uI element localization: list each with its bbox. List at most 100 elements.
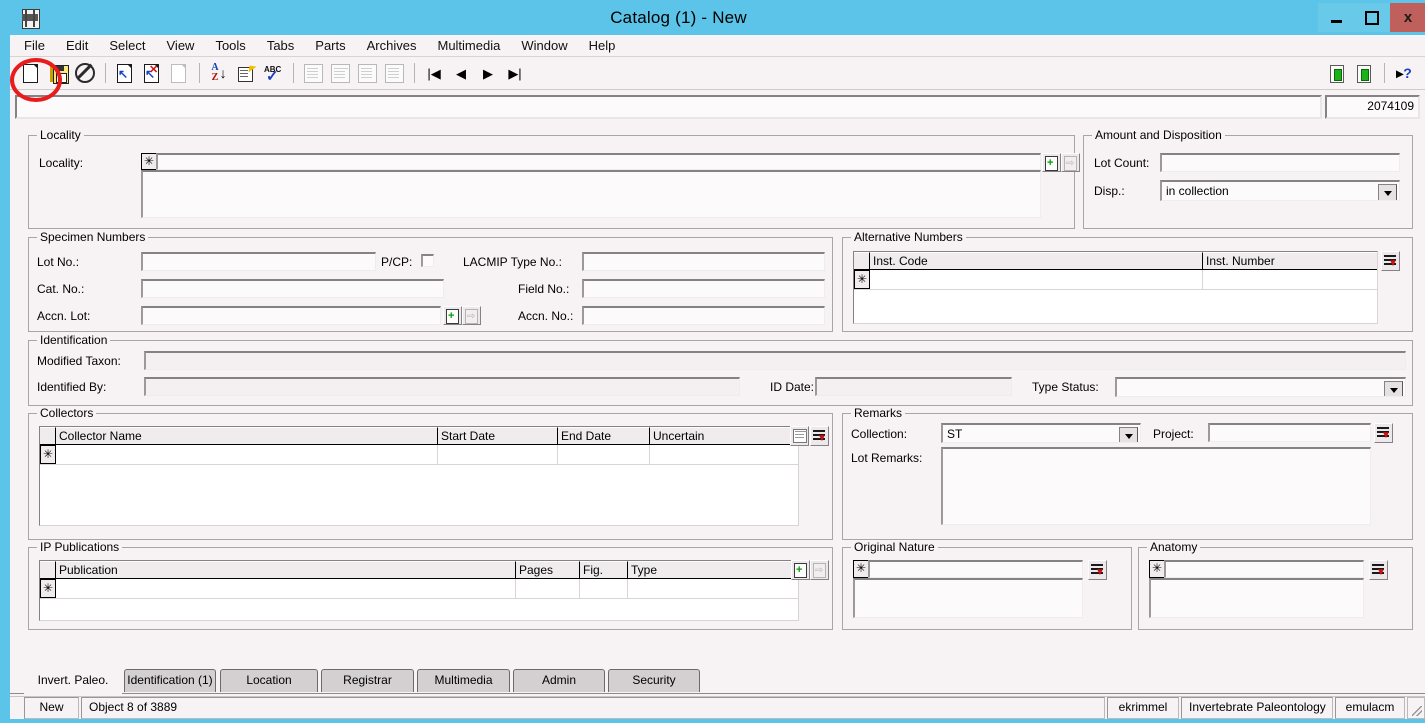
- column-uncertain[interactable]: Uncertain: [650, 427, 798, 444]
- menu-select[interactable]: Select: [109, 37, 156, 54]
- tab-security[interactable]: Security: [608, 669, 700, 692]
- cell-pages[interactable]: [516, 579, 580, 598]
- record-summary-field[interactable]: [15, 95, 1322, 119]
- minimize-button[interactable]: [1318, 3, 1354, 32]
- anatomy-input[interactable]: [1164, 560, 1364, 578]
- column-end-date[interactable]: End Date: [558, 427, 650, 444]
- table-row[interactable]: ✳: [40, 579, 798, 599]
- previous-record-icon[interactable]: ◀: [448, 61, 474, 86]
- add-publication-icon[interactable]: +: [791, 560, 810, 580]
- insert-record-icon[interactable]: ↖: [112, 61, 138, 86]
- tab-admin[interactable]: Admin: [513, 669, 605, 692]
- tab-identification[interactable]: Identification (1): [124, 669, 216, 692]
- tab-multimedia[interactable]: Multimedia: [417, 669, 510, 692]
- menu-view[interactable]: View: [167, 37, 206, 54]
- chevron-down-icon-3[interactable]: [1119, 427, 1138, 442]
- collectors-table[interactable]: Collector Name Start Date End Date Uncer…: [39, 426, 799, 526]
- attach-document-2-icon[interactable]: [1351, 61, 1377, 86]
- tab-location[interactable]: Location: [220, 669, 318, 692]
- collection-select[interactable]: ST: [941, 423, 1141, 443]
- column-publication[interactable]: Publication: [56, 561, 516, 578]
- original-nature-list-box[interactable]: [853, 578, 1083, 618]
- locality-detail-box[interactable]: [141, 170, 1041, 218]
- help-cursor-icon[interactable]: ▸?: [1391, 61, 1417, 86]
- row-marker[interactable]: ✳: [40, 445, 56, 464]
- cell-start-date[interactable]: [438, 445, 558, 464]
- menu-multimedia[interactable]: Multimedia: [437, 37, 511, 54]
- alternative-numbers-list-pin-icon[interactable]: ▼: [1381, 251, 1400, 271]
- original-nature-list-pin-icon[interactable]: ▼: [1088, 560, 1107, 580]
- modified-taxon-input[interactable]: [144, 351, 1406, 370]
- column-pages[interactable]: Pages: [516, 561, 580, 578]
- cell-uncertain[interactable]: [650, 445, 798, 464]
- resize-grip[interactable]: [1407, 697, 1425, 719]
- id-date-input[interactable]: [815, 377, 1012, 396]
- column-type[interactable]: Type: [628, 561, 798, 578]
- original-nature-input[interactable]: [868, 560, 1083, 578]
- attach-document-icon[interactable]: [1324, 61, 1350, 86]
- column-inst-number[interactable]: Inst. Number: [1203, 252, 1377, 269]
- cancel-icon[interactable]: [72, 61, 98, 86]
- menu-tools[interactable]: Tools: [215, 37, 256, 54]
- accn-no-input[interactable]: [582, 306, 825, 325]
- cell-end-date[interactable]: [558, 445, 650, 464]
- identified-by-input[interactable]: [144, 377, 740, 396]
- close-button[interactable]: x: [1390, 3, 1425, 32]
- lot-count-input[interactable]: [1160, 153, 1400, 172]
- cat-no-input[interactable]: [141, 279, 444, 298]
- accn-lot-input[interactable]: [141, 306, 441, 325]
- project-input[interactable]: [1208, 423, 1371, 442]
- lot-no-input[interactable]: [141, 252, 376, 271]
- column-fig[interactable]: Fig.: [580, 561, 628, 578]
- sort-icon[interactable]: A Z ↓: [206, 61, 232, 86]
- alternative-numbers-table[interactable]: Inst. Code Inst. Number ✳: [853, 251, 1378, 324]
- locality-input[interactable]: [156, 153, 1041, 170]
- row-marker[interactable]: ✳: [40, 579, 56, 598]
- column-start-date[interactable]: Start Date: [438, 427, 558, 444]
- anatomy-list-box[interactable]: [1149, 578, 1364, 618]
- table-row[interactable]: ✳: [40, 445, 798, 465]
- lacmip-type-no-input[interactable]: [582, 252, 825, 271]
- spellcheck-icon[interactable]: ABC ✓: [260, 61, 286, 86]
- last-record-icon[interactable]: ▶|: [502, 61, 528, 86]
- disp-select[interactable]: in collection: [1160, 180, 1400, 201]
- cell-publication[interactable]: [56, 579, 516, 598]
- menu-file[interactable]: File: [24, 37, 56, 54]
- anatomy-list-pin-icon[interactable]: ▼: [1369, 560, 1388, 580]
- next-record-icon[interactable]: ▶: [475, 61, 501, 86]
- cell-fig[interactable]: [580, 579, 628, 598]
- cell-type[interactable]: [628, 579, 798, 598]
- pcp-checkbox[interactable]: [421, 254, 434, 267]
- chevron-down-icon[interactable]: [1378, 184, 1397, 200]
- maximize-button[interactable]: [1354, 3, 1390, 32]
- add-accn-lot-icon[interactable]: +: [443, 306, 462, 325]
- menu-tabs[interactable]: Tabs: [267, 37, 305, 54]
- collectors-grid-view-icon[interactable]: [790, 426, 809, 446]
- collectors-list-pin-icon[interactable]: ▼: [810, 426, 829, 446]
- anatomy-row-marker[interactable]: ✳: [1149, 560, 1165, 578]
- menu-help[interactable]: Help: [589, 37, 627, 54]
- column-collector-name[interactable]: Collector Name: [56, 427, 438, 444]
- lot-remarks-textarea[interactable]: [941, 447, 1371, 525]
- new-document-icon[interactable]: [18, 61, 44, 86]
- column-inst-code[interactable]: Inst. Code: [870, 252, 1203, 269]
- field-no-input[interactable]: [582, 279, 825, 298]
- cell-collector-name[interactable]: [56, 445, 438, 464]
- chevron-down-icon-2[interactable]: [1384, 381, 1403, 396]
- type-status-select[interactable]: [1115, 377, 1406, 397]
- add-locality-icon[interactable]: +: [1042, 153, 1061, 172]
- delete-record-icon[interactable]: ↖ ✕: [139, 61, 165, 86]
- edit-note-icon[interactable]: [233, 61, 259, 86]
- project-list-pin-icon[interactable]: ▼: [1374, 423, 1393, 443]
- menu-edit[interactable]: Edit: [66, 37, 99, 54]
- tab-registrar[interactable]: Registrar: [321, 669, 414, 692]
- cell-inst-code[interactable]: [870, 270, 1203, 289]
- table-row[interactable]: ✳: [854, 270, 1377, 290]
- cell-inst-number[interactable]: [1203, 270, 1377, 289]
- menu-parts[interactable]: Parts: [315, 37, 356, 54]
- original-nature-row-marker[interactable]: ✳: [853, 560, 869, 578]
- first-record-icon[interactable]: |◀: [421, 61, 447, 86]
- row-marker[interactable]: ✳: [854, 270, 870, 289]
- menu-window[interactable]: Window: [521, 37, 578, 54]
- menu-archives[interactable]: Archives: [367, 37, 428, 54]
